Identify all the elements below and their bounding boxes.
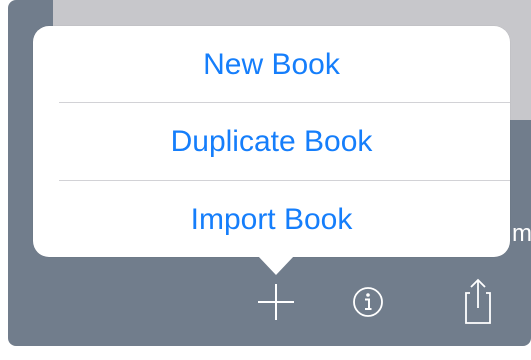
import-book-menu-item[interactable]: Import Book <box>33 181 510 258</box>
share-icon[interactable] <box>458 278 498 324</box>
new-book-menu-item[interactable]: New Book <box>33 26 510 103</box>
add-book-popover: New Book Duplicate Book Import Book <box>33 26 510 257</box>
background-text-fragment: m <box>512 220 531 247</box>
plus-icon[interactable] <box>256 282 296 322</box>
duplicate-book-menu-item[interactable]: Duplicate Book <box>33 103 510 180</box>
info-icon[interactable] <box>348 282 388 322</box>
popover-arrow <box>258 256 294 275</box>
app-stage: m New Book Duplicate Book Import Book <box>0 0 531 360</box>
